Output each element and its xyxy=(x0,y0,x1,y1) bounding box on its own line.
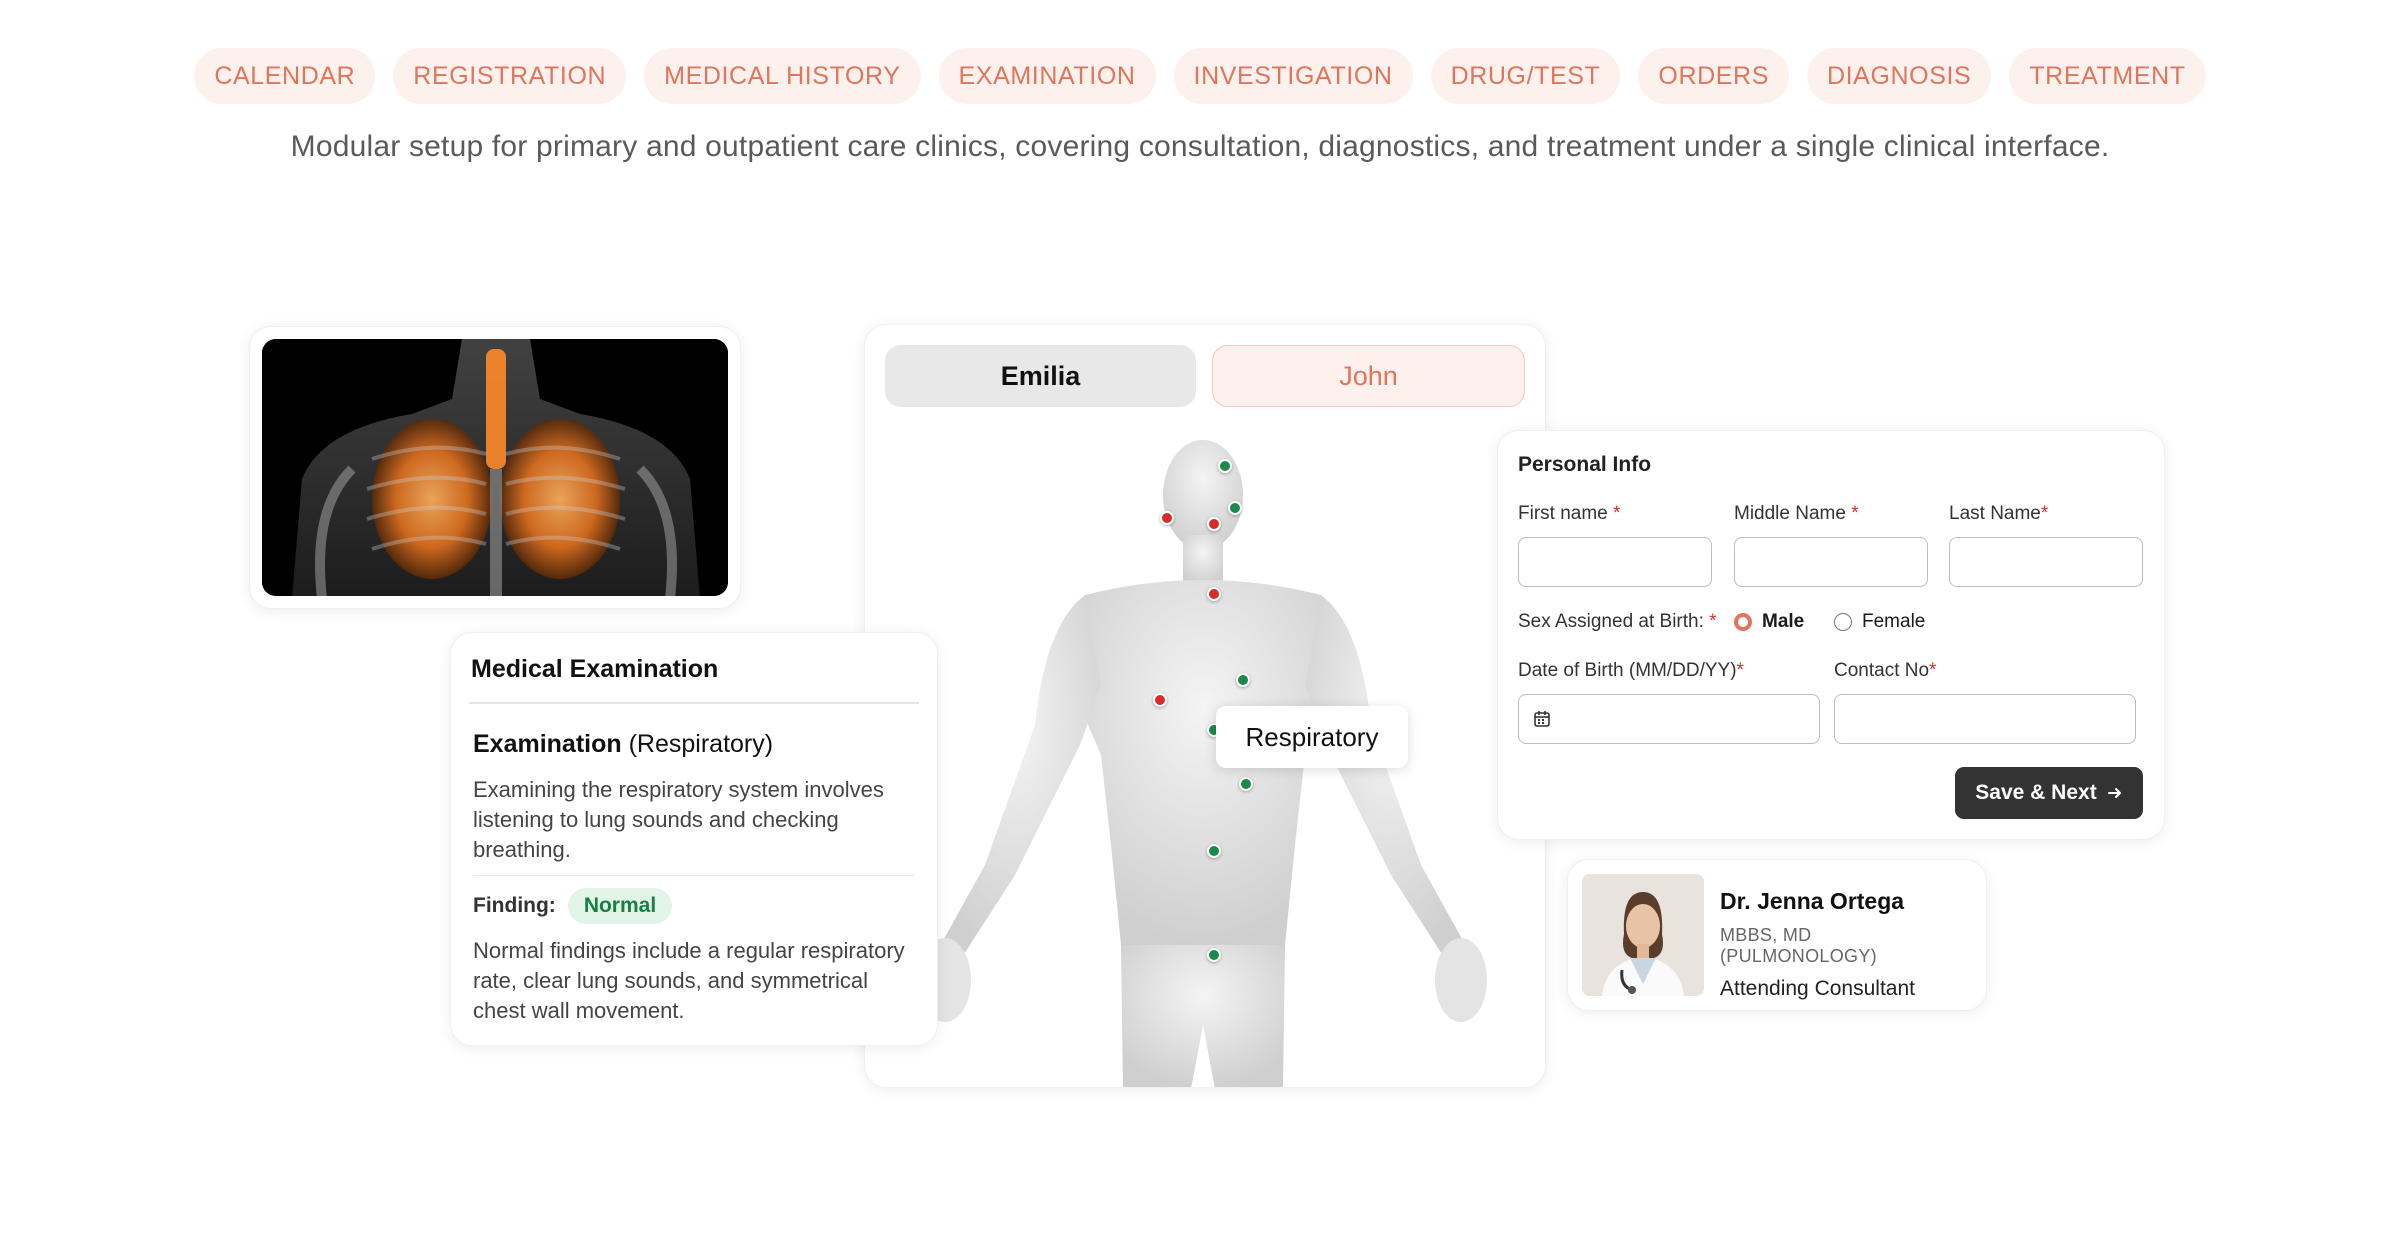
exam-heading: Examination (Respiratory) xyxy=(469,730,919,759)
marker-face[interactable] xyxy=(1207,517,1221,531)
finding-description: Normal findings include a regular respir… xyxy=(473,938,905,1023)
body-map-panel: Emilia John xyxy=(864,324,1546,1088)
patient-tab-emilia[interactable]: Emilia xyxy=(885,345,1196,407)
doctor-info: Dr. Jenna Ortega MBBS, MD (PULMONOLOGY) … xyxy=(1720,874,1972,1000)
save-next-label: Save & Next xyxy=(1975,781,2097,804)
marker-head-top[interactable] xyxy=(1218,459,1232,473)
module-tabs: CALENDAR REGISTRATION MEDICAL HISTORY EX… xyxy=(0,48,2400,104)
tab-investigation[interactable]: INVESTIGATION xyxy=(1173,48,1413,104)
finding-row: Finding: Normal xyxy=(469,888,919,924)
first-name-input[interactable] xyxy=(1518,537,1712,587)
radio-male-circle[interactable] xyxy=(1734,613,1752,631)
respiratory-tooltip: Respiratory xyxy=(1216,706,1408,768)
finding-label: Finding: xyxy=(473,894,556,917)
middle-name-label: Middle Name * xyxy=(1734,503,1859,524)
form-title: Personal Info xyxy=(1518,453,1652,476)
personal-info-form: Personal Info First name * Middle Name *… xyxy=(1497,430,2165,840)
exam-heading-rest: (Respiratory) xyxy=(628,730,774,758)
patient-tab-john[interactable]: John xyxy=(1212,345,1525,407)
tab-treatment[interactable]: TREATMENT xyxy=(2009,48,2206,104)
tab-orders[interactable]: ORDERS xyxy=(1638,48,1789,104)
radio-male-label: Male xyxy=(1762,611,1805,632)
radio-male[interactable]: Male xyxy=(1734,611,1804,633)
dob-input[interactable] xyxy=(1518,694,1820,744)
exam-card-title: Medical Examination xyxy=(469,655,919,704)
lung-image-card xyxy=(249,326,741,609)
last-name-input[interactable] xyxy=(1949,537,2143,587)
marker-neck[interactable] xyxy=(1207,587,1221,601)
doctor-name: Dr. Jenna Ortega xyxy=(1720,888,1905,914)
finding-status-badge: Normal xyxy=(567,888,673,924)
calendar-icon xyxy=(1534,711,1550,727)
doctor-card: Dr. Jenna Ortega MBBS, MD (PULMONOLOGY) … xyxy=(1567,859,1987,1011)
patient-tabs: Emilia John xyxy=(885,345,1525,407)
exam-heading-bold: Examination xyxy=(473,730,622,758)
save-next-button[interactable]: Save & Next xyxy=(1955,767,2143,819)
contact-input[interactable] xyxy=(1834,694,2136,744)
tab-examination[interactable]: EXAMINATION xyxy=(938,48,1156,104)
last-name-label: Last Name* xyxy=(1949,503,2049,524)
exam-description: Examining the respiratory system involve… xyxy=(473,777,884,862)
marker-chest-left[interactable] xyxy=(1153,693,1167,707)
arrow-right-icon xyxy=(2107,788,2121,798)
medical-examination-card: Medical Examination Examination (Respira… xyxy=(450,632,938,1046)
lung-xray-image xyxy=(262,339,728,596)
doctor-role: Attending Consultant xyxy=(1720,977,1915,1000)
middle-name-input[interactable] xyxy=(1734,537,1928,587)
marker-lower-abdomen[interactable] xyxy=(1207,844,1221,858)
dob-label: Date of Birth (MM/DD/YY)* xyxy=(1518,660,1744,681)
doctor-avatar xyxy=(1582,874,1704,996)
contact-label: Contact No* xyxy=(1834,660,1937,681)
tab-drug-test[interactable]: DRUG/TEST xyxy=(1430,48,1621,104)
exam-divider xyxy=(473,875,915,876)
marker-ear-left[interactable] xyxy=(1160,511,1174,525)
page-subtitle: Modular setup for primary and outpatient… xyxy=(290,130,2110,163)
radio-female-label: Female xyxy=(1862,611,1926,632)
tab-medical-history[interactable]: MEDICAL HISTORY xyxy=(644,48,921,104)
radio-female[interactable]: Female xyxy=(1834,611,1925,633)
tab-calendar[interactable]: CALENDAR xyxy=(194,48,376,104)
tab-diagnosis[interactable]: DIAGNOSIS xyxy=(1806,48,1992,104)
human-body-figure xyxy=(919,440,1487,1087)
doctor-degree: MBBS, MD (PULMONOLOGY) xyxy=(1720,925,1877,966)
marker-chest-right[interactable] xyxy=(1236,673,1250,687)
tab-registration[interactable]: REGISTRATION xyxy=(393,48,627,104)
first-name-label: First name * xyxy=(1518,503,1621,524)
sex-label: Sex Assigned at Birth: * xyxy=(1518,611,1717,632)
marker-pelvis[interactable] xyxy=(1207,948,1221,962)
radio-female-circle[interactable] xyxy=(1834,613,1852,631)
marker-head-right[interactable] xyxy=(1228,501,1242,515)
marker-upper-abdomen[interactable] xyxy=(1239,777,1253,791)
